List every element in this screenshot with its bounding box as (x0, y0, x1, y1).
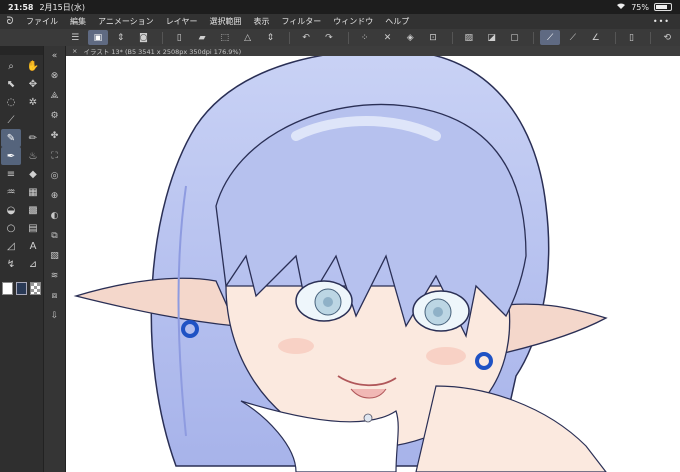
operation-icon[interactable]: ⬉ (1, 75, 21, 93)
text-icon[interactable]: A (23, 237, 43, 255)
ruler-icon[interactable]: ◿ (1, 237, 21, 255)
snapshot-icon[interactable]: ◙ (134, 30, 154, 45)
app-logo-icon[interactable]: ᘐ (0, 16, 20, 27)
tool-palette: ⌕ ✋ ⬉ ✥ ◌ ✲ ⟋ ✎ ✏ ✒ ♨ ≡ ◆ ♒ ▦ ◒ ▩ ○ ▤ ◿ … (0, 46, 44, 472)
special-ruler-icon[interactable]: ∠ (586, 30, 606, 45)
background-color-swatch[interactable] (2, 282, 13, 295)
fill-icon[interactable]: ◈ (400, 30, 420, 45)
layers-stack-icon[interactable]: ≋ (44, 266, 65, 286)
ruler-snap-icon[interactable]: ⟋ (540, 30, 561, 45)
pencil-icon[interactable]: ✏ (23, 129, 43, 147)
battery-icon (654, 3, 672, 11)
menu-view[interactable]: 表示 (247, 16, 275, 27)
open-folder-icon[interactable]: ▰ (192, 30, 212, 45)
transform-icon[interactable]: ⊡ (423, 30, 443, 45)
invert-selection-icon[interactable]: ◪ (482, 30, 502, 45)
quick-access-icon[interactable]: ▣ (88, 30, 108, 45)
brush-icon[interactable]: ✒ (1, 147, 21, 165)
approx-color-icon[interactable]: ◎ (44, 166, 65, 186)
status-bar: 21:58 2月15日(水) 75% (0, 0, 680, 14)
close-panel-icon[interactable]: ⊗ (44, 66, 65, 86)
gradient-icon[interactable]: ◒ (1, 201, 21, 219)
color-history-icon[interactable]: ⊕ (44, 186, 65, 206)
eraser-icon[interactable]: ◆ (23, 165, 43, 183)
decoration-icon[interactable]: ≡ (1, 165, 21, 183)
frame-border-icon[interactable]: ▤ (23, 219, 43, 237)
export-icon[interactable]: △ (238, 30, 258, 45)
clear-icon[interactable]: ✕ (378, 30, 398, 45)
zoom-icon[interactable]: ⌕ (1, 57, 21, 75)
lasso-icon[interactable]: ◌ (1, 93, 21, 111)
tool-palette-header (0, 46, 43, 55)
menu-file[interactable]: ファイル (20, 16, 64, 27)
subtool-settings-icon[interactable]: ⟁ (44, 86, 65, 106)
select-all-icon[interactable]: ⁘ (355, 30, 375, 45)
deselect-icon[interactable]: ▨ (459, 30, 479, 45)
fill-tool-icon[interactable]: ▦ (23, 183, 43, 201)
correct-line-icon[interactable]: ⊿ (23, 255, 43, 273)
menu-edit[interactable]: 編集 (64, 16, 92, 27)
canvas-tab-title: イラスト 13* (B5 3541 x 2508px 350dpi 176.9%… (83, 48, 242, 56)
layer-icon[interactable]: ⧉ (44, 226, 65, 246)
main-color-swatch[interactable] (16, 282, 27, 295)
hand-icon[interactable]: ✋ (23, 57, 43, 75)
wifi-icon (616, 2, 626, 12)
stepper-icon[interactable]: ⇕ (111, 30, 131, 45)
menu-bar: ᘐ ファイル 編集 アニメーション レイヤー 選択範囲 表示 フィルター ウィン… (0, 14, 680, 29)
perspective-snap-icon[interactable]: ⟋ (563, 30, 583, 45)
navigator-icon[interactable]: ▧ (44, 246, 65, 266)
menu-filter[interactable]: フィルター (275, 16, 327, 27)
sub-tool-column: « ⊗ ⟁ ⚙ ✤ ⛶ ◎ ⊕ ◐ ⧉ ▧ ≋ ⧈ ⇩ (44, 46, 66, 472)
scroll-icon[interactable]: ⇕ (260, 30, 280, 45)
ellipse-icon[interactable]: ○ (1, 219, 21, 237)
redo-icon[interactable]: ↷ (319, 30, 339, 45)
figure-icon[interactable]: ▩ (23, 201, 43, 219)
eyedropper-icon[interactable]: ⟋ (1, 111, 21, 129)
import-icon[interactable]: ⇩ (44, 306, 65, 326)
selection-border-icon[interactable]: ▢ (504, 30, 524, 45)
menu-icon[interactable]: ☰ (65, 30, 85, 45)
intermediate-color-icon[interactable]: ⛶ (44, 146, 65, 166)
color-wheel-icon[interactable]: ⚙ (44, 106, 65, 126)
battery-percent: 75% (631, 2, 649, 12)
status-date: 2月15日(水) (39, 2, 85, 12)
close-tab-icon[interactable]: × (72, 47, 77, 55)
menu-help[interactable]: ヘルプ (379, 16, 415, 27)
collapse-icon[interactable]: « (44, 46, 65, 66)
menu-selection[interactable]: 選択範囲 (203, 16, 247, 27)
airbrush-icon[interactable]: ♨ (23, 147, 43, 165)
more-icon[interactable]: ••• (653, 17, 680, 26)
status-time: 21:58 (8, 2, 34, 12)
menu-window[interactable]: ウィンドウ (327, 16, 379, 27)
undo-icon[interactable]: ↶ (296, 30, 316, 45)
balloon-icon[interactable]: ↯ (1, 255, 21, 273)
magic-wand-icon[interactable]: ✲ (23, 93, 43, 111)
move-layer-icon[interactable]: ✥ (23, 75, 43, 93)
menu-animation[interactable]: アニメーション (92, 16, 160, 27)
command-bar: ☰ ▣ ⇕ ◙ ▯ ▰ ⬚ △ ⇕ ↶ ↷ ⁘ ✕ ◈ ⊡ ▨ ◪ ▢ ⟋ ⟋ … (0, 29, 680, 46)
drawing-canvas[interactable] (66, 56, 680, 472)
pen-icon[interactable]: ✎ (1, 129, 21, 147)
material-icon[interactable]: ⧈ (44, 286, 65, 306)
save-icon[interactable]: ⬚ (215, 30, 235, 45)
new-file-icon[interactable]: ▯ (169, 30, 189, 45)
blend-icon[interactable]: ♒ (1, 183, 21, 201)
empty-slot (23, 111, 43, 129)
illustration-artwork (73, 56, 608, 472)
color-set-icon[interactable]: ✤ (44, 126, 65, 146)
settings-icon[interactable]: ⟲ (657, 30, 677, 45)
canvas-tab[interactable]: × イラスト 13* (B5 3541 x 2508px 350dpi 176.… (66, 46, 680, 56)
transparent-color-swatch[interactable] (30, 282, 41, 295)
device-icon[interactable]: ▯ (622, 30, 642, 45)
menu-layer[interactable]: レイヤー (160, 16, 204, 27)
layer-property-icon[interactable]: ◐ (44, 206, 65, 226)
